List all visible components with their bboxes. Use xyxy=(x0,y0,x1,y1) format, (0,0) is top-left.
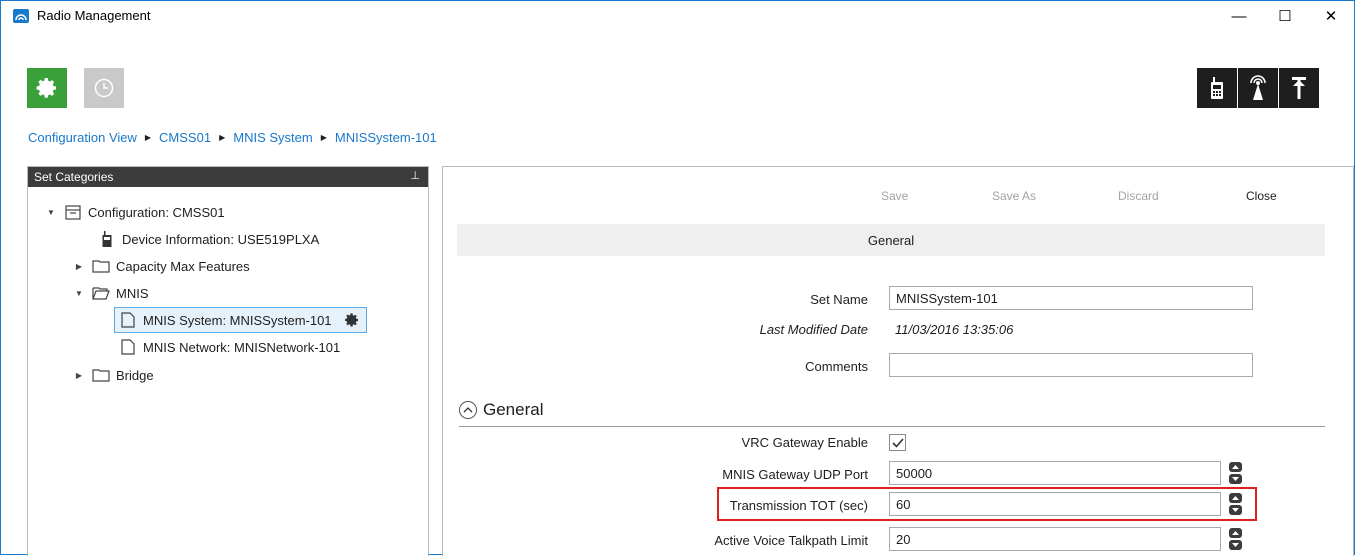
udp-port-input[interactable] xyxy=(889,461,1221,485)
collapsed-caret-icon[interactable]: ▶ xyxy=(72,262,86,271)
clock-icon xyxy=(94,78,114,98)
tree-item-mnis-network[interactable]: MNIS Network: MNISNetwork-101 xyxy=(119,334,340,360)
panel-title: Set Categories xyxy=(34,170,114,184)
tree-item-mnis-system[interactable]: MNIS System: MNISSystem-101 xyxy=(114,307,367,333)
breadcrumb-separator-icon: ▶ xyxy=(219,133,226,142)
decrement-icon[interactable] xyxy=(1229,540,1242,550)
increment-icon[interactable] xyxy=(1229,493,1242,503)
tree-item-configuration[interactable]: ▼ Configuration: CMSS01 xyxy=(44,199,225,225)
settings-button[interactable] xyxy=(27,68,67,108)
transmission-tot-input[interactable] xyxy=(889,492,1221,516)
settings-editor-panel: Save Save As Discard Close General Set N… xyxy=(442,166,1354,556)
upload-button[interactable] xyxy=(1279,68,1319,108)
tree-item-label: Configuration: CMSS01 xyxy=(88,204,225,220)
set-name-label: Set Name xyxy=(810,292,868,307)
decrement-icon[interactable] xyxy=(1229,505,1242,515)
breadcrumb-item[interactable]: MNISSystem-101 xyxy=(335,130,437,145)
tree-item-label: MNIS Network: MNISNetwork-101 xyxy=(143,339,341,355)
general-group-header[interactable]: General xyxy=(459,400,543,420)
pin-icon[interactable]: ⊥ xyxy=(410,169,420,182)
set-categories-panel: Set Categories ⊥ ▼ Configuration: CMSS01… xyxy=(27,166,429,556)
talkpath-limit-label: Active Voice Talkpath Limit xyxy=(714,533,868,548)
vrc-gateway-checkbox[interactable] xyxy=(889,434,906,451)
network-button[interactable] xyxy=(1238,68,1278,108)
tree-item-label: MNIS System: MNISSystem-101 xyxy=(143,312,332,328)
group-title: General xyxy=(483,400,544,419)
window-title: Radio Management xyxy=(37,8,151,23)
antenna-icon xyxy=(1250,75,1266,100)
save-as-button[interactable]: Save As xyxy=(992,189,1036,203)
divider xyxy=(459,426,1325,427)
app-window: Radio Management — ☐ ✕ Configuration Vie… xyxy=(0,0,1355,556)
breadcrumb-item[interactable]: MNIS System xyxy=(233,130,312,145)
tree-item-label: Capacity Max Features xyxy=(116,258,250,274)
transmission-tot-label: Transmission TOT (sec) xyxy=(729,498,868,513)
talkpath-limit-stepper[interactable] xyxy=(1229,528,1242,550)
udp-port-label: MNIS Gateway UDP Port xyxy=(722,467,868,482)
tree-item-bridge[interactable]: ▶ Bridge xyxy=(72,362,154,388)
section-title: General xyxy=(867,232,915,248)
close-window-button[interactable]: ✕ xyxy=(1308,1,1354,31)
gear-icon xyxy=(36,78,56,98)
udp-port-stepper[interactable] xyxy=(1229,462,1242,484)
expanded-caret-icon[interactable]: ▼ xyxy=(44,208,58,217)
tree-item-device-information[interactable]: Device Information: USE519PLXA xyxy=(98,226,319,252)
decrement-icon[interactable] xyxy=(1229,474,1242,484)
device-button[interactable] xyxy=(1197,68,1237,108)
breadcrumb-separator-icon: ▶ xyxy=(144,133,152,142)
breadcrumb: Configuration View ▶ CMSS01 ▶ MNIS Syste… xyxy=(28,130,437,145)
document-icon xyxy=(119,311,137,329)
folder-icon xyxy=(92,257,110,275)
discard-button[interactable]: Discard xyxy=(1118,189,1159,203)
folder-open-icon xyxy=(92,284,110,302)
checkmark-icon xyxy=(891,437,904,448)
section-header: General xyxy=(457,224,1325,256)
document-icon xyxy=(119,338,137,356)
comments-input[interactable] xyxy=(889,353,1253,377)
breadcrumb-item[interactable]: Configuration View xyxy=(28,130,137,145)
expanded-caret-icon[interactable]: ▼ xyxy=(72,289,86,298)
radio-device-icon xyxy=(98,230,116,248)
transmission-tot-stepper[interactable] xyxy=(1229,493,1242,515)
gear-icon[interactable] xyxy=(344,312,360,328)
vrc-gateway-label: VRC Gateway Enable xyxy=(741,435,868,450)
archive-icon xyxy=(64,203,82,221)
minimize-button[interactable]: — xyxy=(1216,1,1262,31)
tree-item-label: Bridge xyxy=(116,367,154,383)
close-button[interactable]: Close xyxy=(1246,189,1277,203)
panel-header: Set Categories ⊥ xyxy=(28,167,428,187)
tree-item-mnis[interactable]: ▼ MNIS xyxy=(72,280,149,306)
increment-icon[interactable] xyxy=(1229,462,1242,472)
last-modified-label: Last Modified Date xyxy=(759,322,868,337)
collapsed-caret-icon[interactable]: ▶ xyxy=(72,371,86,380)
history-button[interactable] xyxy=(84,68,124,108)
save-button[interactable]: Save xyxy=(881,189,908,203)
tree-item-label: Device Information: USE519PLXA xyxy=(122,231,320,247)
breadcrumb-item[interactable]: CMSS01 xyxy=(159,130,211,145)
app-logo-icon xyxy=(13,9,29,23)
set-name-input[interactable] xyxy=(889,286,1253,310)
radio-device-icon xyxy=(1211,77,1223,99)
breadcrumb-separator-icon: ▶ xyxy=(320,133,327,142)
collapse-chevron-icon[interactable] xyxy=(459,401,477,419)
increment-icon[interactable] xyxy=(1229,528,1242,538)
title-bar: Radio Management — ☐ ✕ xyxy=(1,1,1354,31)
folder-icon xyxy=(92,366,110,384)
talkpath-limit-input[interactable] xyxy=(889,527,1221,551)
last-modified-value: 11/03/2016 13:35:06 xyxy=(895,322,1014,337)
upload-icon xyxy=(1292,77,1306,99)
tree-item-label: MNIS xyxy=(116,285,149,301)
tree-item-capacity-max-features[interactable]: ▶ Capacity Max Features xyxy=(72,253,250,279)
maximize-button[interactable]: ☐ xyxy=(1262,1,1308,31)
comments-label: Comments xyxy=(805,359,868,374)
